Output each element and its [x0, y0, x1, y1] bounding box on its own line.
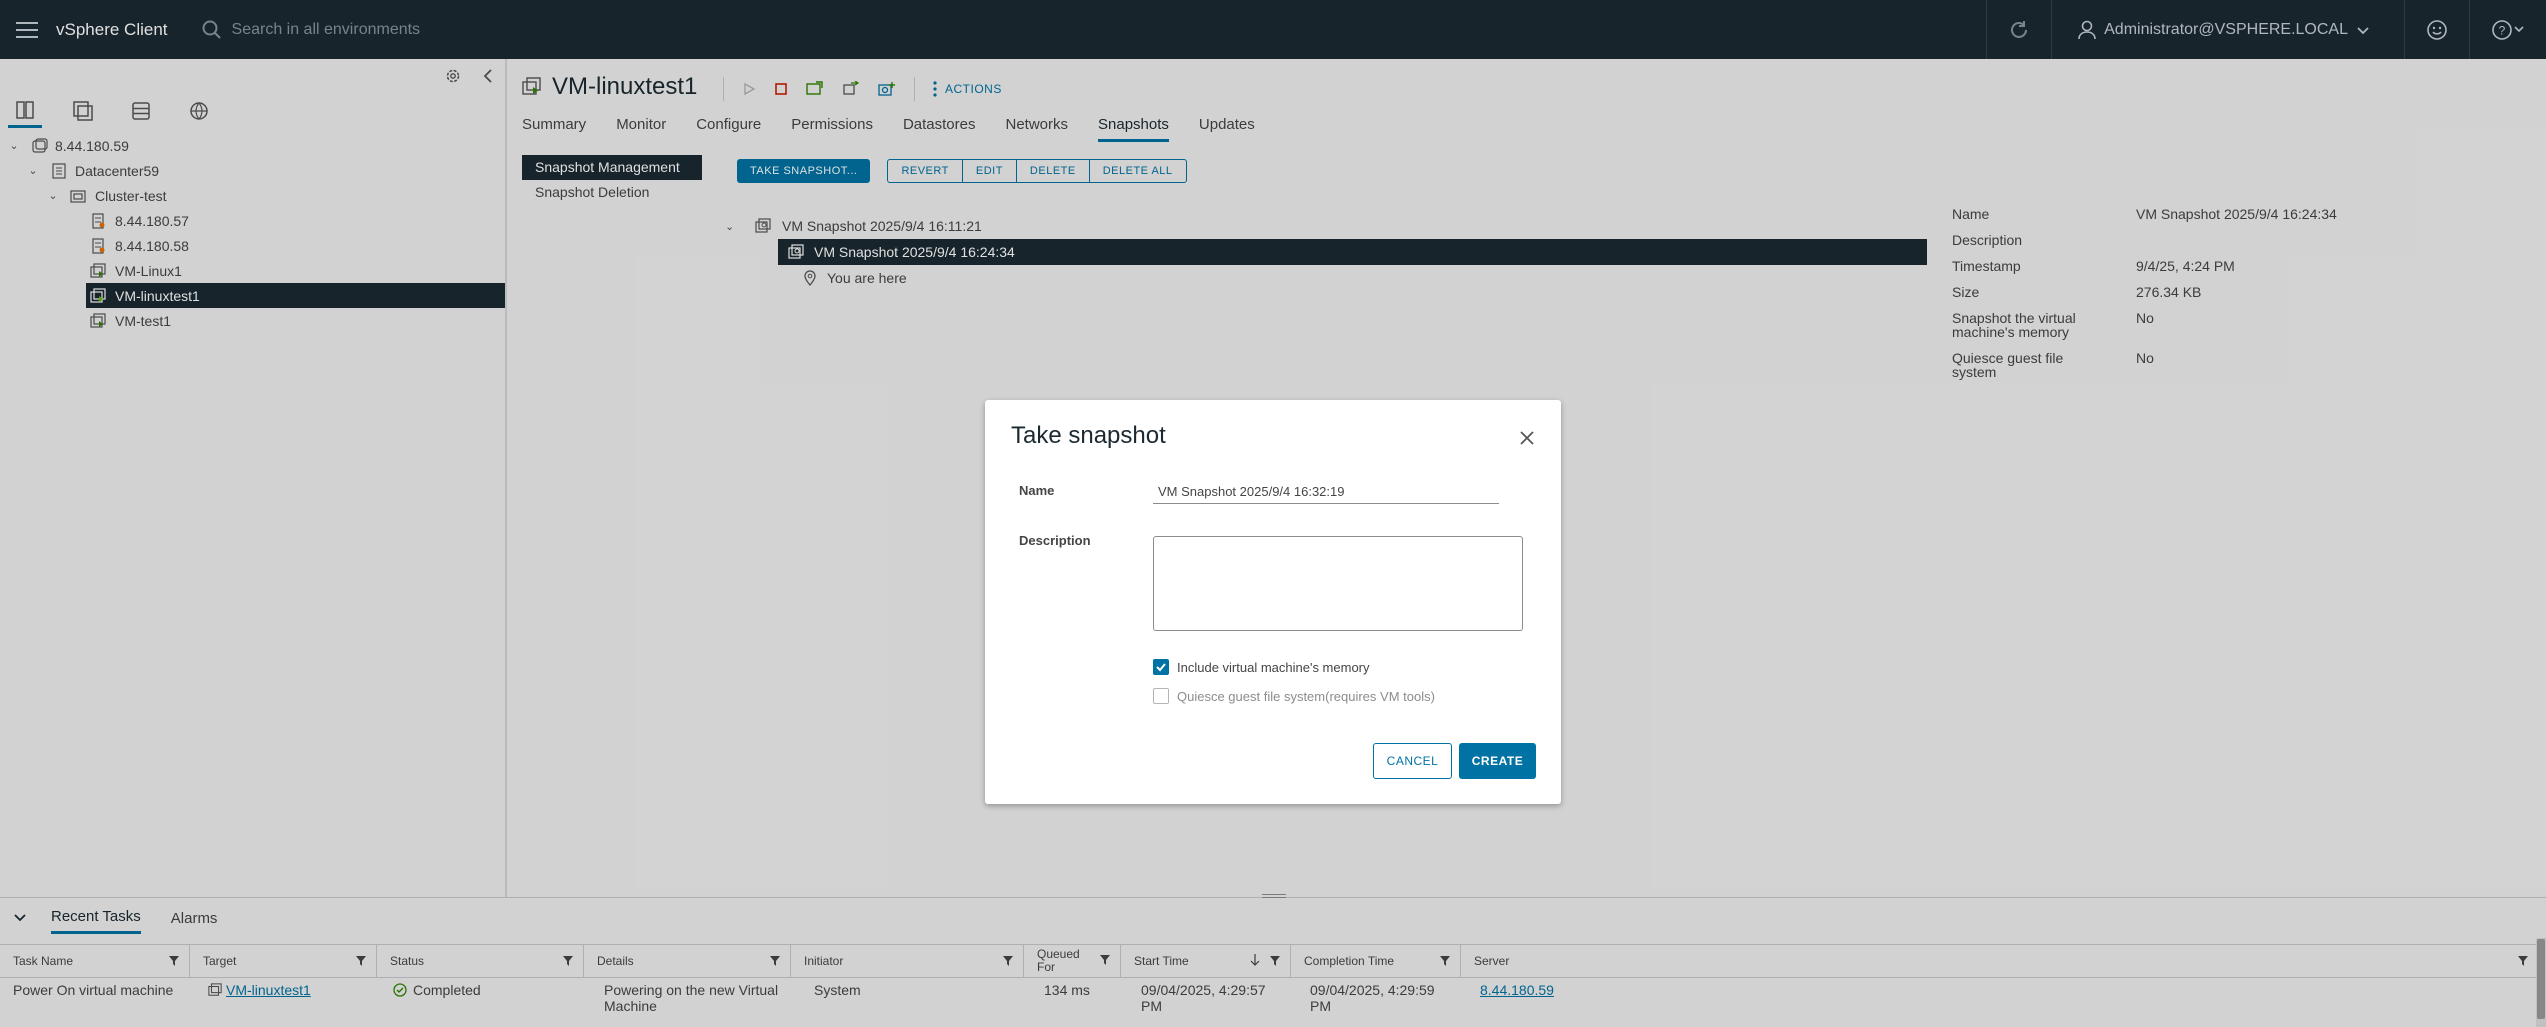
snapshot-name-input[interactable] [1153, 480, 1499, 504]
include-memory-checkbox-row[interactable]: Include virtual machine's memory [1153, 659, 1370, 675]
quiesce-label: Quiesce guest file system(requires VM to… [1177, 688, 1435, 704]
dialog-title: Take snapshot [1011, 422, 1166, 449]
close-icon[interactable] [1517, 428, 1537, 448]
name-label: Name [1019, 483, 1055, 498]
include-memory-label: Include virtual machine's memory [1177, 659, 1370, 675]
quiesce-checkbox-row[interactable]: Quiesce guest file system(requires VM to… [1153, 688, 1435, 704]
include-memory-checkbox[interactable] [1153, 659, 1169, 675]
description-textarea[interactable] [1153, 536, 1523, 631]
take-snapshot-dialog: Take snapshot Name Description Include v… [985, 400, 1561, 804]
description-label: Description [1019, 533, 1091, 548]
quiesce-checkbox[interactable] [1153, 688, 1169, 704]
create-button[interactable]: CREATE [1459, 743, 1536, 779]
cancel-button[interactable]: CANCEL [1373, 743, 1452, 779]
